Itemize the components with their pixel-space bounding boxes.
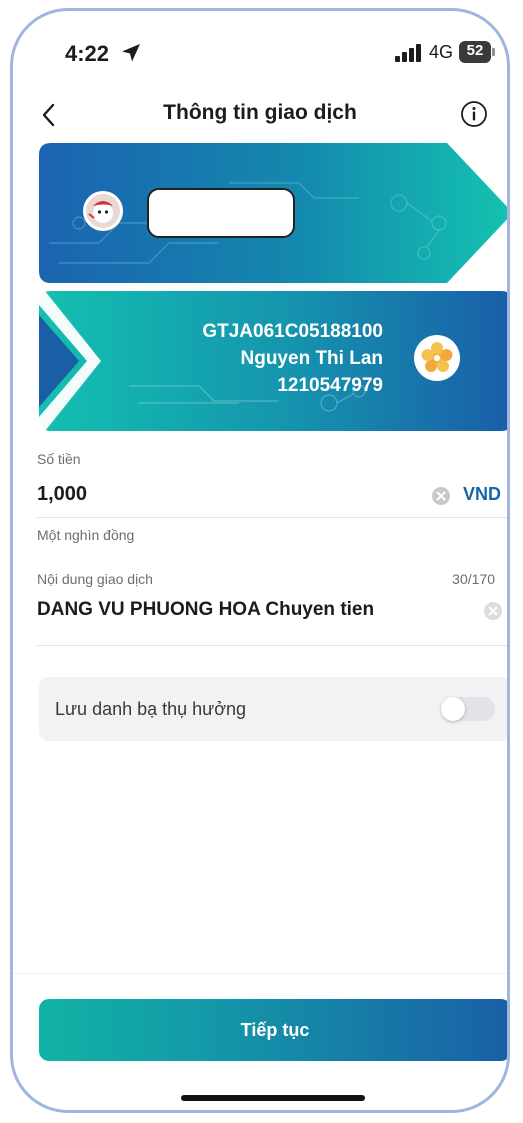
amount-input[interactable]: 1,000	[37, 483, 87, 506]
recipient-account-code: GTJA061C05188100	[202, 321, 383, 342]
clear-amount-icon[interactable]	[431, 486, 451, 506]
battery-level: 52	[466, 42, 484, 59]
phone-frame: 4:22 4G 52 Thông tin giao dịch GTJA061C0…	[10, 8, 510, 1113]
footer-divider	[13, 973, 507, 974]
amount-in-words: Một nghìn đồng	[37, 527, 135, 543]
status-bar: 4:22 4G 52	[13, 11, 507, 81]
signal-icon	[395, 44, 421, 62]
network-type: 4G	[429, 42, 454, 62]
info-icon[interactable]	[459, 99, 489, 129]
content-counter: 30/170	[452, 571, 495, 587]
amount-label: Số tiền	[37, 451, 81, 467]
battery-icon: 52	[459, 41, 497, 63]
toggle-knob	[441, 697, 465, 721]
location-arrow-icon	[122, 44, 140, 62]
save-contact-toggle[interactable]	[441, 697, 495, 721]
avatar	[83, 191, 123, 231]
bank-logo-icon	[414, 335, 460, 381]
save-contact-row: Lưu danh bạ thụ hưởng	[39, 677, 507, 741]
sender-name-redacted	[147, 188, 295, 238]
content-divider	[37, 645, 507, 646]
continue-button-label: Tiếp tục	[240, 1019, 310, 1040]
content-label: Nội dung giao dịch	[37, 571, 153, 587]
recipient-account-number: 1210547979	[277, 375, 383, 396]
continue-button[interactable]: Tiếp tục	[39, 999, 507, 1061]
nav-bar: Thông tin giao dịch	[13, 91, 507, 141]
home-indicator	[181, 1095, 365, 1101]
amount-divider	[37, 517, 507, 518]
recipient-name: Nguyen Thi Lan	[240, 348, 384, 369]
content-input[interactable]: DANG VU PHUONG HOA Chuyen tien	[37, 599, 374, 621]
status-time: 4:22	[65, 41, 110, 66]
clear-content-icon[interactable]	[483, 601, 503, 621]
page-title: Thông tin giao dịch	[163, 101, 357, 124]
currency-label: VND	[463, 484, 502, 504]
save-contact-label: Lưu danh bạ thụ hưởng	[55, 699, 247, 719]
